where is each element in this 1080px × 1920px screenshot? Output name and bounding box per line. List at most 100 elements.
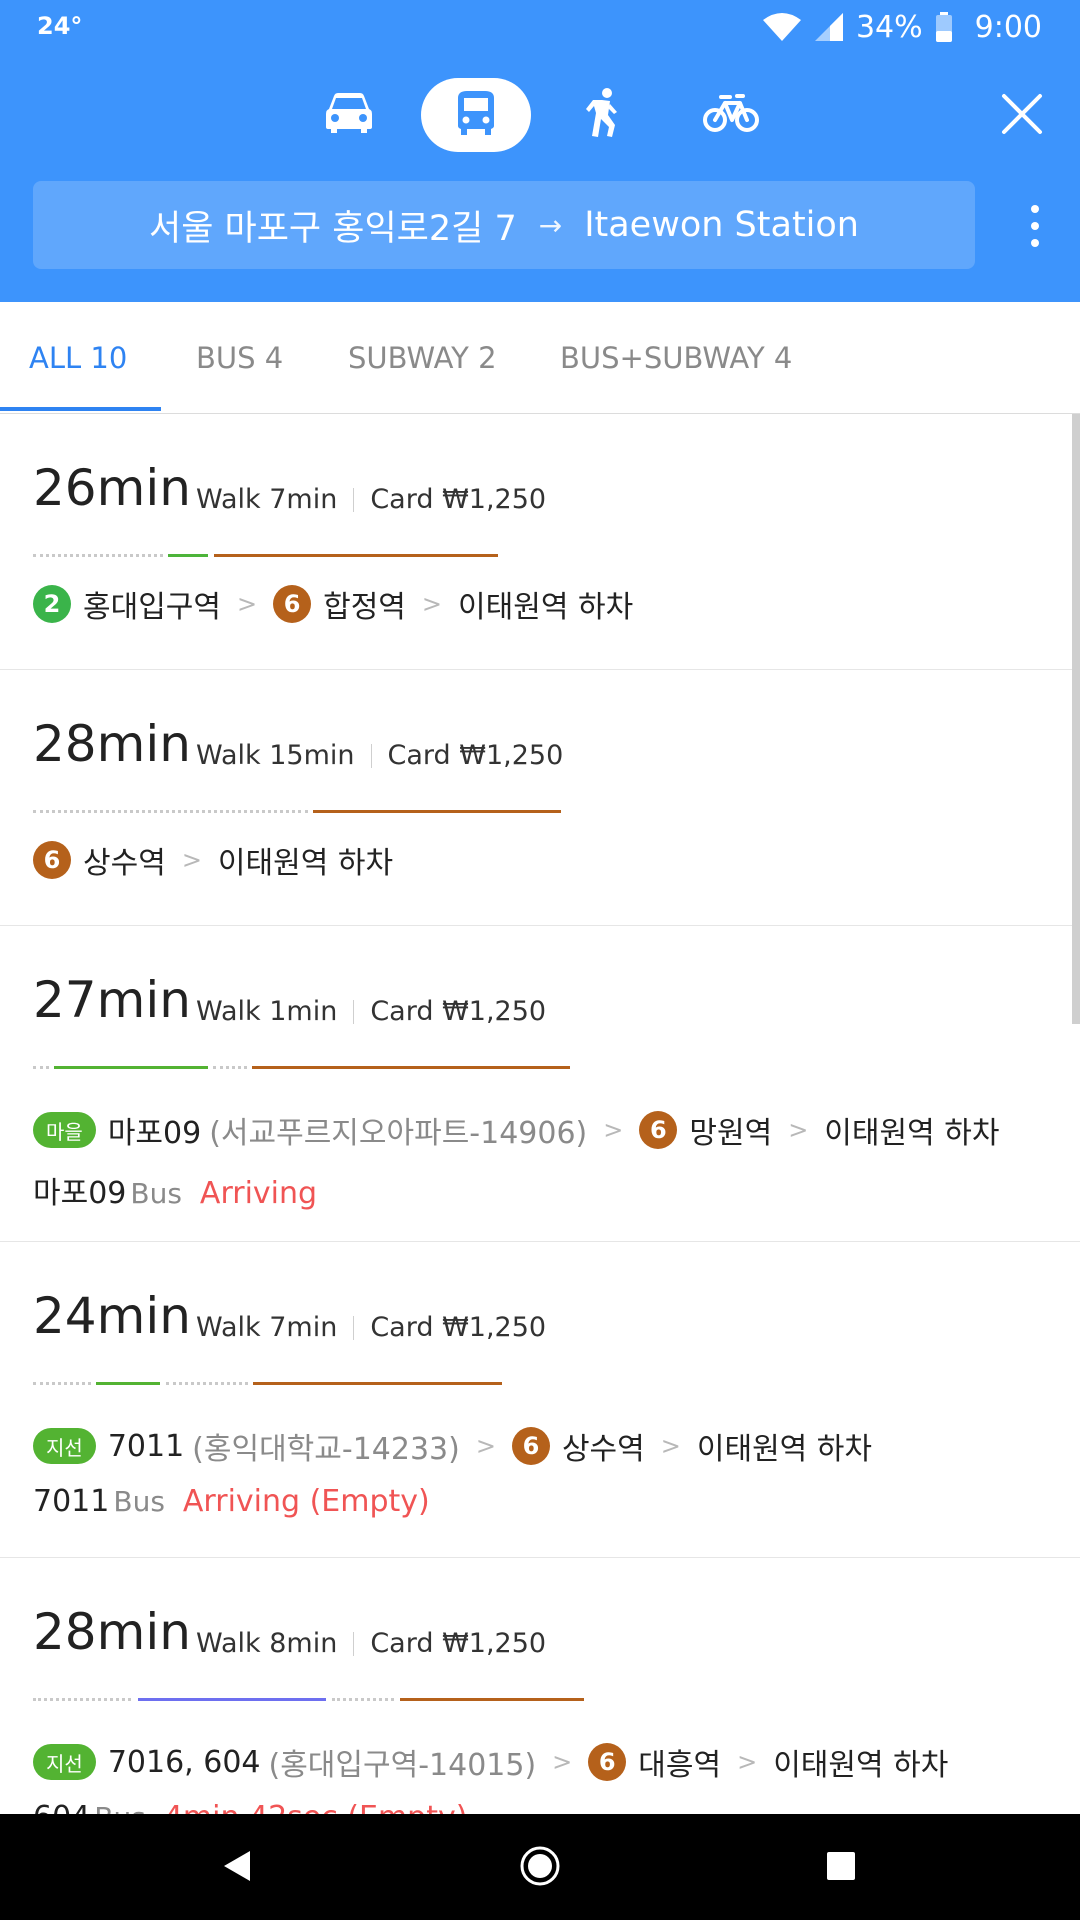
chevron-right-icon: > xyxy=(181,846,202,874)
line-6-badge: 6 xyxy=(588,1743,627,1781)
tab-all[interactable]: ALL 10 xyxy=(29,302,127,414)
route-duration: 24min xyxy=(33,1287,191,1345)
tab-bus[interactable]: BUS 4 xyxy=(196,302,283,414)
car-icon xyxy=(324,92,374,138)
arrival-route: 7011 xyxy=(33,1484,110,1519)
route-stops: 6 상수역 > 이태원역 하차 xyxy=(33,838,393,882)
chevron-right-icon: > xyxy=(788,1116,809,1144)
stop-name: 합정역 xyxy=(323,590,406,625)
tab-bus-subway[interactable]: BUS+SUBWAY 4 xyxy=(560,302,792,414)
stop-name: 이태원역 하차 xyxy=(458,590,634,625)
line-6-badge: 6 xyxy=(639,1111,678,1149)
close-icon xyxy=(1001,93,1043,139)
stop-name: 이태원역 하차 xyxy=(773,1748,949,1783)
arrival-route: 604 xyxy=(33,1800,90,1814)
route-duration: 28min xyxy=(33,1603,191,1661)
route-arrow-icon: → xyxy=(538,208,563,242)
system-navigation-bar xyxy=(0,1814,1080,1920)
route-results-list: 26min Walk 7min Card ₩1,250 2 홍대입구역 > 6 합… xyxy=(0,414,1080,1814)
status-temperature: 24° xyxy=(37,12,83,40)
line-6-segment xyxy=(313,810,561,813)
result-filter-tabs: ALL 10 BUS 4 SUBWAY 2 BUS+SUBWAY 4 xyxy=(0,302,1080,414)
route-result-card[interactable]: 28min Walk 8min Card ₩1,250 지선 7016, 604 … xyxy=(0,1558,1080,1814)
line-2-badge: 2 xyxy=(33,585,71,623)
stop-name: 홍대입구역 xyxy=(83,590,221,625)
line-6-segment xyxy=(253,1382,502,1385)
chevron-right-icon: > xyxy=(237,590,258,618)
route-stops: 지선 7016, 604 (홍대입구역-14015) > 6 대흥역 > 이태원… xyxy=(33,1740,948,1784)
line-6-badge: 6 xyxy=(511,1427,550,1465)
fare: Card ₩1,250 xyxy=(370,484,547,515)
walk-time: Walk 8min xyxy=(196,1628,338,1659)
stop-name: 상수역 xyxy=(561,1432,645,1467)
top-header: 24° 34% 9:00 서울 마포구 홍익로2길 7 → Itaewon St… xyxy=(0,0,1080,302)
chevron-right-icon: > xyxy=(421,590,443,618)
route-result-card[interactable]: 28min Walk 15min Card ₩1,250 6 상수역 > 이태원역… xyxy=(0,670,1080,926)
branch-bus-badge: 지선 xyxy=(33,1744,96,1780)
route-stops: 2 홍대입구역 > 6 합정역 > 이태원역 하차 xyxy=(33,582,633,626)
fare: Card ₩1,250 xyxy=(387,740,564,771)
chevron-right-icon: > xyxy=(660,1432,681,1460)
status-time: 9:00 xyxy=(974,9,1042,45)
battery-percent: 34% xyxy=(855,9,923,45)
mode-bike-button[interactable] xyxy=(676,78,786,152)
bus-stop-name: (홍대입구역-14015) xyxy=(268,1748,537,1783)
nav-home-button[interactable] xyxy=(516,1844,564,1892)
walk-segment xyxy=(213,1066,247,1069)
walk-time: Walk 15min xyxy=(196,740,355,771)
route-stops: 마을 마포09 (서교푸르지오아파트-14906) > 6 망원역 > 이태원역… xyxy=(33,1108,999,1152)
walk-segment xyxy=(33,554,163,557)
stop-name: 이태원역 하차 xyxy=(217,846,394,881)
walk-time: Walk 1min xyxy=(196,996,338,1027)
route-result-card[interactable]: 24min Walk 7min Card ₩1,250 지선 7011 (홍익대학… xyxy=(0,1242,1080,1558)
fare: Card ₩1,250 xyxy=(370,996,547,1027)
walk-segment xyxy=(33,1066,49,1069)
village-bus-badge: 마을 xyxy=(33,1112,96,1148)
list-scrollbar[interactable] xyxy=(1072,414,1080,1024)
bike-icon xyxy=(703,93,759,137)
close-button[interactable] xyxy=(992,86,1052,146)
meta-divider xyxy=(353,487,355,512)
tab-subway[interactable]: SUBWAY 2 xyxy=(348,302,497,414)
walk-icon xyxy=(586,88,622,142)
arrival-status: Arriving (Empty) xyxy=(182,1484,430,1519)
route-result-card[interactable]: 27min Walk 1min Card ₩1,250 마을 마포09 (서교푸르… xyxy=(0,926,1080,1242)
route-meta: Walk 15min Card ₩1,250 xyxy=(196,740,563,771)
cell-signal-icon xyxy=(814,12,844,42)
stop-name: 이태원역 하차 xyxy=(824,1116,1000,1151)
meta-divider xyxy=(353,1631,355,1656)
mode-walk-button[interactable] xyxy=(549,78,659,152)
chevron-right-icon: > xyxy=(552,1748,573,1776)
route-stops: 지선 7011 (홍익대학교-14233) > 6 상수역 > 이태원역 하차 xyxy=(33,1424,872,1468)
chevron-right-icon: > xyxy=(737,1748,758,1776)
route-duration: 28min xyxy=(33,715,191,773)
home-circle-icon xyxy=(519,1845,561,1891)
walk-segment xyxy=(33,810,308,813)
fare: Card ₩1,250 xyxy=(370,1628,547,1659)
nav-recents-button[interactable] xyxy=(817,1844,865,1892)
more-options-button[interactable] xyxy=(1008,190,1062,262)
meta-divider xyxy=(353,999,355,1024)
route-result-card[interactable]: 26min Walk 7min Card ₩1,250 2 홍대입구역 > 6 합… xyxy=(0,414,1080,670)
nav-back-button[interactable] xyxy=(213,1844,261,1892)
walk-time: Walk 7min xyxy=(196,1312,338,1343)
line-6-badge: 6 xyxy=(33,841,71,879)
meta-divider xyxy=(353,1315,355,1340)
route-summary-field[interactable]: 서울 마포구 홍익로2길 7 → Itaewon Station xyxy=(33,181,975,269)
arrival-status: 4min 42sec (Empty) xyxy=(164,1800,468,1814)
chevron-right-icon: > xyxy=(603,1116,624,1144)
bus-segment xyxy=(96,1382,160,1385)
route-meta: Walk 1min Card ₩1,250 xyxy=(196,996,546,1027)
walk-time: Walk 7min xyxy=(196,484,338,515)
bus-route-name: 7016, 604 xyxy=(107,1744,261,1780)
mode-transit-button[interactable] xyxy=(421,78,531,152)
arrival-type: Bus xyxy=(113,1485,165,1518)
route-meta: Walk 8min Card ₩1,250 xyxy=(196,1628,546,1659)
bus-route-name: 7011 xyxy=(107,1428,185,1464)
line-6-badge: 6 xyxy=(273,585,312,623)
bus-arrival-info: 마포09 Bus Arriving xyxy=(33,1168,317,1212)
stop-name: 망원역 xyxy=(689,1116,773,1151)
more-vertical-icon xyxy=(1031,205,1039,213)
mode-car-button[interactable] xyxy=(294,78,404,152)
arrival-type: Bus xyxy=(130,1177,182,1210)
